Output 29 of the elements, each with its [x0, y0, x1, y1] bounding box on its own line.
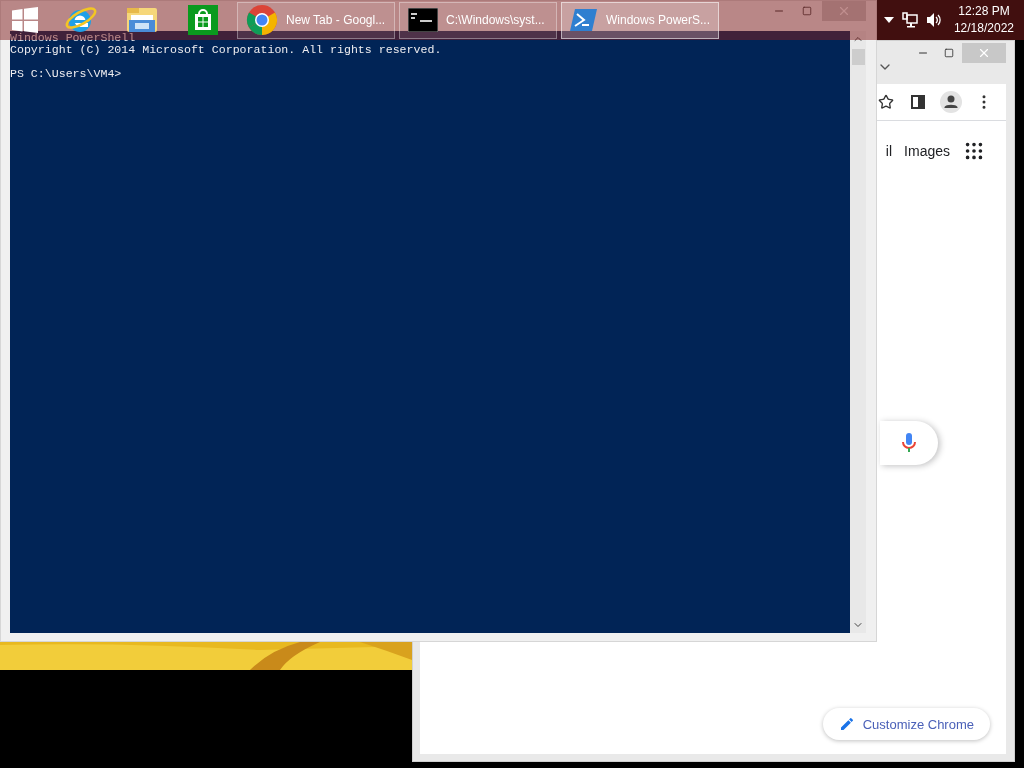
- scrollbar[interactable]: [850, 31, 866, 633]
- microphone-icon[interactable]: [902, 433, 916, 453]
- scroll-thumb[interactable]: [851, 49, 865, 65]
- nav-link[interactable]: il: [885, 143, 893, 159]
- date-text: 12/18/2022: [953, 20, 1014, 37]
- maximize-icon: [802, 6, 812, 16]
- command-prompt-icon: [408, 8, 438, 32]
- clock[interactable]: 12:28 PM 12/18/2022: [953, 3, 1014, 37]
- star-icon[interactable]: [878, 94, 894, 110]
- powershell-icon: [570, 8, 598, 32]
- time-text: 12:28 PM: [958, 3, 1010, 20]
- caret-icon[interactable]: [883, 17, 894, 23]
- nav-link[interactable]: Images: [904, 143, 950, 159]
- close-icon: [837, 4, 851, 18]
- volume-icon[interactable]: [925, 12, 942, 28]
- maximize-icon: [944, 48, 954, 58]
- windows-logo-icon[interactable]: [12, 7, 38, 33]
- profile-icon[interactable]: [939, 90, 963, 114]
- console-prompt: PS C:\Users\VM4>: [10, 68, 123, 80]
- close-icon: [977, 46, 991, 60]
- folder-icon[interactable]: [124, 5, 159, 35]
- search-field[interactable]: [880, 421, 938, 465]
- console-line: Copyright (C) 2014 Microsoft Corporation. All rights reserved.: [10, 44, 443, 56]
- customize-chrome-button[interactable]: Customize Chrome: [822, 708, 990, 740]
- network-icon[interactable]: [901, 12, 918, 28]
- pencil-icon: [838, 716, 855, 732]
- store-bag-icon[interactable]: [187, 5, 218, 35]
- console-line: Windows PowerShell: [10, 32, 137, 44]
- chrome-logo-icon: [246, 4, 278, 36]
